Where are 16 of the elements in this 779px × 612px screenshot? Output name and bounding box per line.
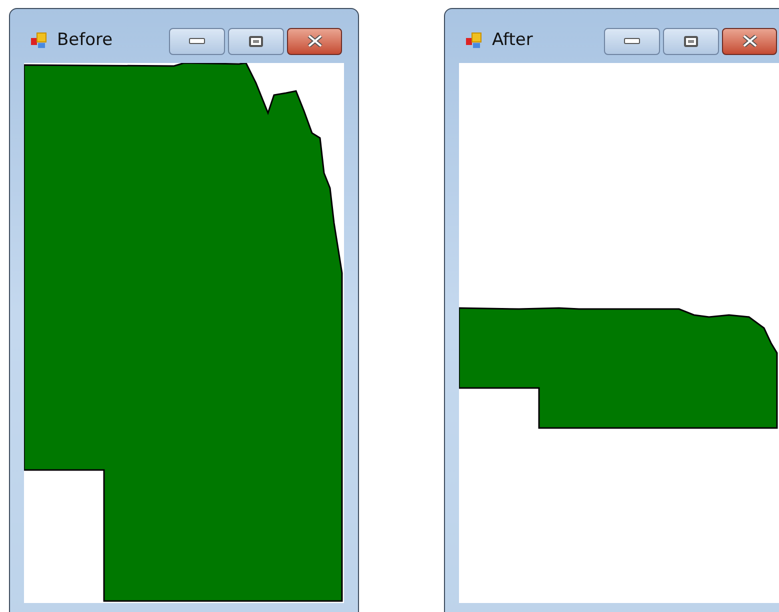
maximize-button[interactable] [228,28,284,54]
maximize-button[interactable] [663,28,719,54]
maximize-icon [684,36,698,46]
close-button[interactable] [722,28,777,54]
minimize-icon [189,38,205,44]
window-title: After [492,29,533,52]
minimize-button[interactable] [169,28,225,54]
close-icon [306,35,324,47]
minimize-icon [624,38,640,44]
app-icon [30,32,48,50]
close-icon [740,35,758,47]
close-button[interactable] [287,28,342,54]
window-title: Before [57,29,113,52]
maximize-icon [249,36,263,46]
app-icon [465,32,483,50]
minimize-button[interactable] [604,28,660,54]
